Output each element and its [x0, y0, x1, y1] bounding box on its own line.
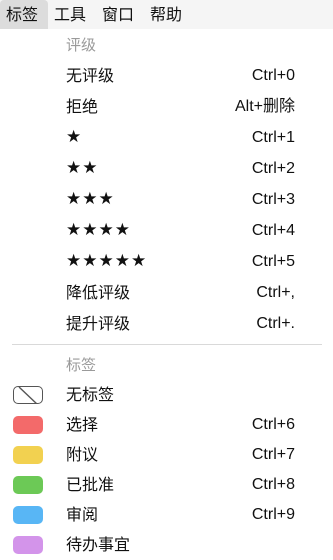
- menu-item-label: 已批准: [66, 475, 115, 494]
- menu-item-increase-rating[interactable]: 提升评级 Ctrl+.: [0, 308, 333, 339]
- menu-item-shortcut: Ctrl+3: [251, 191, 295, 208]
- menu-item-label-todo[interactable]: 待办事宜: [0, 529, 333, 560]
- menu-item-label: 选择: [66, 415, 99, 434]
- menu-item-label: ★: [66, 127, 83, 147]
- blue-swatch-icon: [13, 506, 43, 524]
- menu-item-label: ★★: [66, 158, 99, 178]
- label-section-header: 标签: [66, 356, 97, 374]
- menu-item-shortcut: Alt+删除: [234, 98, 295, 115]
- menu-item-no-rating[interactable]: 无评级 Ctrl+0: [0, 60, 333, 91]
- menu-item-rating-5[interactable]: ★★★★★ Ctrl+5: [0, 246, 333, 277]
- yellow-swatch-icon: [13, 446, 43, 464]
- menu-item-shortcut: Ctrl+,: [256, 284, 295, 301]
- menu-divider: [12, 344, 322, 345]
- menu-item-no-label[interactable]: 无标签: [0, 379, 333, 410]
- menu-item-label-approved[interactable]: 已批准 Ctrl+8: [0, 469, 333, 500]
- red-swatch-icon: [13, 416, 43, 434]
- menu-item-shortcut: Ctrl+9: [251, 506, 295, 523]
- menu-item-label: ★★★: [66, 189, 115, 209]
- menu-item-rating-1[interactable]: ★ Ctrl+1: [0, 122, 333, 153]
- menu-item-shortcut: Ctrl+8: [251, 476, 295, 493]
- labels-dropdown-menu: 评级 无评级 Ctrl+0 拒绝 Alt+删除 ★ Ctrl+1 ★★ Ctrl…: [0, 29, 333, 559]
- menu-item-rating-3[interactable]: ★★★ Ctrl+3: [0, 184, 333, 215]
- menu-item-shortcut: Ctrl+7: [251, 446, 295, 463]
- menu-item-decrease-rating[interactable]: 降低评级 Ctrl+,: [0, 277, 333, 308]
- menu-item-label: 审阅: [66, 505, 99, 524]
- rating-section-header: 评级: [66, 36, 97, 54]
- menu-item-label: ★★★★★: [66, 251, 148, 271]
- menu-item-label: 无评级: [66, 66, 115, 85]
- menu-item-label: 提升评级: [66, 314, 131, 333]
- menu-item-label-review[interactable]: 审阅 Ctrl+9: [0, 499, 333, 530]
- menu-item-label: 待办事宜: [66, 535, 131, 554]
- menu-item-shortcut: Ctrl+1: [251, 129, 295, 146]
- menu-item-shortcut: Ctrl+.: [256, 315, 295, 332]
- menu-item-shortcut: Ctrl+0: [251, 67, 295, 84]
- menu-item-label: 无标签: [66, 385, 115, 404]
- menu-help[interactable]: 帮助: [144, 0, 192, 29]
- menu-item-shortcut: Ctrl+5: [251, 253, 295, 270]
- green-swatch-icon: [13, 476, 43, 494]
- menu-bar: 标签 工具 窗口 帮助: [0, 0, 333, 29]
- purple-swatch-icon: [13, 536, 43, 554]
- menu-item-shortcut: Ctrl+6: [251, 416, 295, 433]
- menu-item-label-second[interactable]: 附议 Ctrl+7: [0, 439, 333, 470]
- menu-window[interactable]: 窗口: [96, 0, 144, 29]
- menu-item-shortcut: Ctrl+2: [251, 160, 295, 177]
- menu-item-label: 降低评级: [66, 283, 131, 302]
- menu-item-rating-2[interactable]: ★★ Ctrl+2: [0, 153, 333, 184]
- menu-item-shortcut: Ctrl+4: [251, 222, 295, 239]
- menu-labels[interactable]: 标签: [0, 0, 49, 29]
- menu-item-reject[interactable]: 拒绝 Alt+删除: [0, 91, 333, 122]
- menu-item-label: 拒绝: [66, 97, 99, 116]
- menu-item-label: 附议: [66, 445, 99, 464]
- menu-item-rating-4[interactable]: ★★★★ Ctrl+4: [0, 215, 333, 246]
- menu-item-label-select[interactable]: 选择 Ctrl+6: [0, 409, 333, 440]
- menu-tools[interactable]: 工具: [48, 0, 96, 29]
- menu-item-label: ★★★★: [66, 220, 131, 240]
- no-label-icon: [13, 386, 43, 404]
